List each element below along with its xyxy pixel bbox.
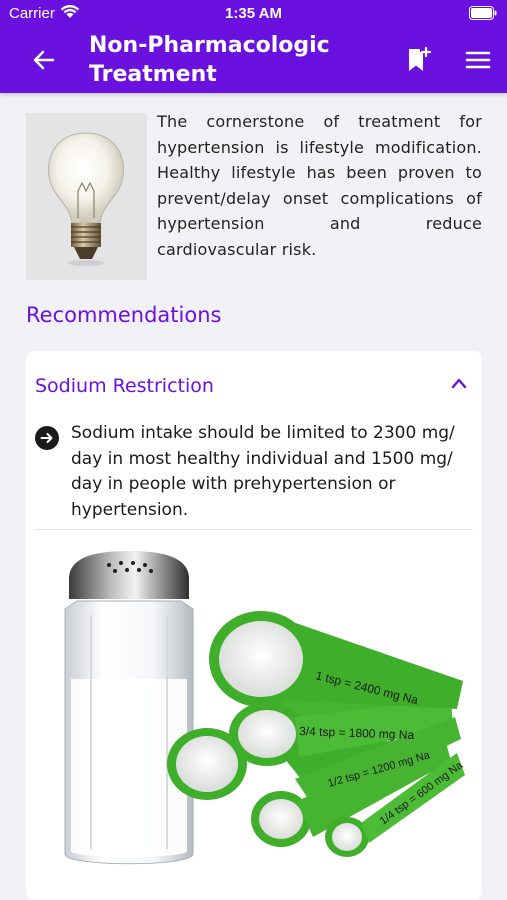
light-bulb-image — [26, 113, 147, 280]
sodium-restriction-toggle[interactable]: Sodium Restriction — [26, 351, 482, 411]
battery-icon — [469, 6, 497, 20]
chevron-up-icon[interactable] — [450, 376, 468, 390]
divider — [35, 529, 473, 530]
intro-paragraph: The cornerstone of treatment for hyperte… — [157, 112, 482, 259]
arrow-right-circle-icon — [35, 426, 59, 450]
recommendations-heading: Recommendations — [26, 303, 222, 327]
bookmark-add-icon[interactable] — [406, 46, 432, 74]
back-arrow-icon[interactable] — [30, 46, 58, 74]
bullet-text: Sodium intake should be limited to 2300 … — [71, 423, 455, 520]
sodium-restriction-card: Sodium Restriction Sodium intake should … — [26, 351, 482, 900]
salt-measuring-spoons-image: 1 tsp = 2400 mg Na 3/4 tsp = 1800 mg Na … — [47, 539, 467, 879]
nav-bar: Non-Pharmacologic Treatment — [0, 28, 507, 93]
hamburger-menu-icon[interactable] — [465, 48, 491, 72]
status-time: 1:35 AM — [225, 5, 282, 22]
status-bar: Carrier 1:35 AM — [0, 0, 507, 28]
content-area: The cornerstone of treatment for hyperte… — [0, 93, 507, 900]
page-title: Non-Pharmacologic Treatment — [89, 33, 330, 87]
app-header: Carrier 1:35 AM Non-Pharmacologic Treatm… — [0, 0, 507, 93]
card-title: Sodium Restriction — [35, 375, 214, 397]
